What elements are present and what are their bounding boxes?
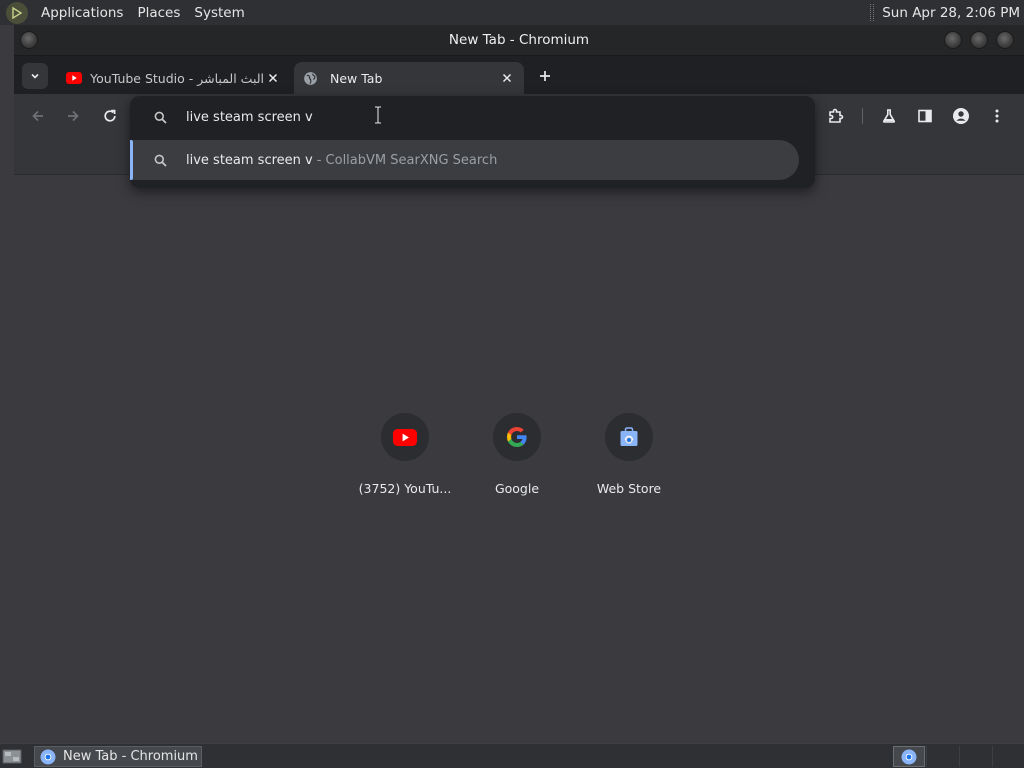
youtube-icon xyxy=(66,72,82,84)
panel-separator xyxy=(870,4,875,21)
chromium-window: New Tab - Chromium البث المباشر - YouTub… xyxy=(14,25,1024,743)
search-icon xyxy=(152,152,168,168)
side-panel-button[interactable] xyxy=(913,104,937,128)
new-tab-page: (3752) YouTu... Google Web Store xyxy=(14,175,1024,743)
puzzle-icon xyxy=(829,108,844,123)
forward-button[interactable] xyxy=(61,104,85,128)
suggestion-provider: - CollabVM SearXNG Search xyxy=(316,152,498,168)
workspace-1[interactable] xyxy=(893,746,925,767)
suggestion-text: live steam screen v xyxy=(186,152,313,168)
applications-menu[interactable]: Applications xyxy=(34,5,130,21)
omnibox-dropdown: live steam screen v live steam screen v … xyxy=(130,96,815,188)
side-panel-icon xyxy=(918,109,932,123)
kebab-menu-icon xyxy=(995,109,999,123)
title-bar[interactable]: New Tab - Chromium xyxy=(14,25,1024,56)
tab-close-button[interactable] xyxy=(498,69,516,87)
google-icon xyxy=(507,427,527,447)
youtube-icon xyxy=(393,428,417,446)
arrow-right-icon xyxy=(68,110,79,122)
text-cursor-icon xyxy=(374,106,382,124)
shortcut-web-store[interactable]: Web Store xyxy=(573,413,685,503)
tab-youtube-studio[interactable]: البث المباشر - YouTube Studio xyxy=(56,62,290,94)
shortcut-icon-container xyxy=(493,413,541,461)
shortcut-google[interactable]: Google xyxy=(461,413,573,503)
show-desktop-button[interactable] xyxy=(2,748,24,765)
bottom-panel: New Tab - Chromium xyxy=(0,743,1024,768)
shortcut-icon-container xyxy=(605,413,653,461)
shortcut-label: (3752) YouTu... xyxy=(358,481,452,496)
taskbar-item-label: New Tab - Chromium xyxy=(63,749,198,764)
shortcut-icon-container xyxy=(381,413,429,461)
workspace-4[interactable] xyxy=(992,746,1022,767)
maximize-button[interactable] xyxy=(970,31,988,49)
close-window-button[interactable] xyxy=(996,31,1014,49)
top-panel: Applications Places System Sun Apr 28, 2… xyxy=(0,0,1024,25)
window-title: New Tab - Chromium xyxy=(448,32,590,48)
search-icon xyxy=(152,109,168,125)
desktop-icon xyxy=(2,749,22,764)
chromium-icon xyxy=(901,749,917,765)
chromium-icon xyxy=(40,749,56,764)
selection-indicator xyxy=(130,140,133,180)
flask-icon xyxy=(882,109,896,123)
omnibox-suggestion[interactable]: live steam screen v - CollabVM SearXNG S… xyxy=(130,140,799,180)
new-tab-button[interactable] xyxy=(534,65,556,87)
clock[interactable]: Sun Apr 28, 2:06 PM xyxy=(882,5,1020,21)
back-button[interactable] xyxy=(26,104,50,128)
tab-new-tab[interactable]: New Tab xyxy=(294,62,524,94)
gnome-foot-icon[interactable] xyxy=(6,1,28,24)
tab-search-button[interactable] xyxy=(22,63,48,89)
chevron-down-icon xyxy=(31,73,39,79)
omnibox-input-text[interactable]: live steam screen v xyxy=(186,110,313,125)
workspace-2[interactable] xyxy=(926,746,958,767)
reload-icon xyxy=(104,109,116,122)
shortcut-youtube[interactable]: (3752) YouTu... xyxy=(349,413,461,503)
reload-button[interactable] xyxy=(98,104,122,128)
arrow-left-icon xyxy=(32,110,43,122)
tab-title: New Tab xyxy=(330,70,383,86)
shortcut-label: Google xyxy=(494,481,540,496)
extensions-button[interactable] xyxy=(824,104,848,128)
workspace-3[interactable] xyxy=(959,746,991,767)
taskbar-item-chromium[interactable]: New Tab - Chromium xyxy=(34,746,202,767)
minimize-button[interactable] xyxy=(944,31,962,49)
toolbar-separator xyxy=(862,108,863,124)
menu-button[interactable] xyxy=(985,104,1009,128)
omnibox[interactable]: live steam screen v xyxy=(130,96,815,138)
close-icon xyxy=(502,73,512,83)
globe-icon xyxy=(304,71,317,85)
tab-title: البث المباشر - YouTube Studio xyxy=(90,70,264,86)
tab-strip: البث المباشر - YouTube Studio New Tab xyxy=(14,56,1024,94)
plus-icon xyxy=(540,71,550,81)
shortcut-label: Web Store xyxy=(596,481,662,496)
places-menu[interactable]: Places xyxy=(130,5,187,21)
system-menu[interactable]: System xyxy=(187,5,251,21)
web-store-icon xyxy=(620,427,638,446)
profile-button[interactable] xyxy=(949,104,973,128)
labs-button[interactable] xyxy=(877,104,901,128)
close-icon xyxy=(268,73,278,83)
avatar-icon xyxy=(953,108,969,124)
tab-close-button[interactable] xyxy=(264,69,282,87)
